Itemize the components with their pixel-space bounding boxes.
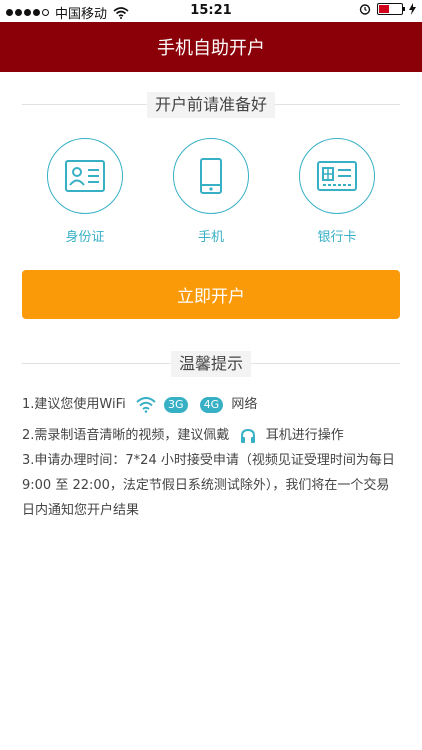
tips-list: 1.建议您使用WiFi 3G 4G 网络 2.需录制语音清晰的视频，建议佩戴 耳… [22,392,400,523]
network-4g-badge: 4G [199,397,224,413]
bank-card-circle [299,138,375,214]
page-title: 手机自助开户 [157,38,265,59]
tip-headphone: 2.需录制语音清晰的视频，建议佩戴 耳机进行操作 [22,423,400,448]
tip-service-hours: 3.申请办理时间：7*24 小时接受申请（视频见证受理时间为每日 9:00 至 … [22,453,395,518]
prepare-item-label: 银行卡 [317,230,357,245]
alarm-icon [359,4,371,15]
title-bar: 手机自助开户 [0,22,422,72]
tip-wifi-suffix: 网络 [231,397,258,412]
tip-headphone-text: 2.需录制语音清晰的视频，建议佩戴 [22,428,230,443]
tip-wifi-text: 1.建议您使用WiFi [22,397,126,412]
tip-wifi: 1.建议您使用WiFi 3G 4G 网络 [22,392,400,417]
charging-icon [409,3,416,15]
open-account-button[interactable]: 立即开户 [22,270,400,319]
phone-circle [173,138,249,214]
prepare-item-phone: 手机 [171,138,251,245]
battery-icon [377,3,405,15]
headphone-icon [240,428,256,444]
prepare-item-label: 身份证 [65,230,105,245]
bank-card-icon [317,161,357,191]
prepare-section-header: 开户前请准备好 [22,92,400,118]
tips-heading: 温馨提示 [170,351,252,377]
phone-icon [200,158,222,194]
id-card-icon [65,160,105,192]
tips-section-header: 温馨提示 [22,351,400,377]
status-right [359,3,416,15]
prepare-item-label: 手机 [197,230,224,245]
tip-headphone-suffix: 耳机进行操作 [265,428,344,443]
network-3g-badge: 3G [164,397,188,413]
id-card-circle [47,138,123,214]
prepare-heading: 开户前请准备好 [146,92,276,118]
wifi-signal-icon [136,396,156,413]
open-account-label: 立即开户 [177,287,245,307]
prepare-item-bank-card: 银行卡 [297,138,377,245]
status-bar: 中国移动 15:21 [0,0,422,22]
prepare-item-id-card: 身份证 [45,138,125,245]
prepare-items: 身份证 手机 银行卡 [0,138,422,248]
